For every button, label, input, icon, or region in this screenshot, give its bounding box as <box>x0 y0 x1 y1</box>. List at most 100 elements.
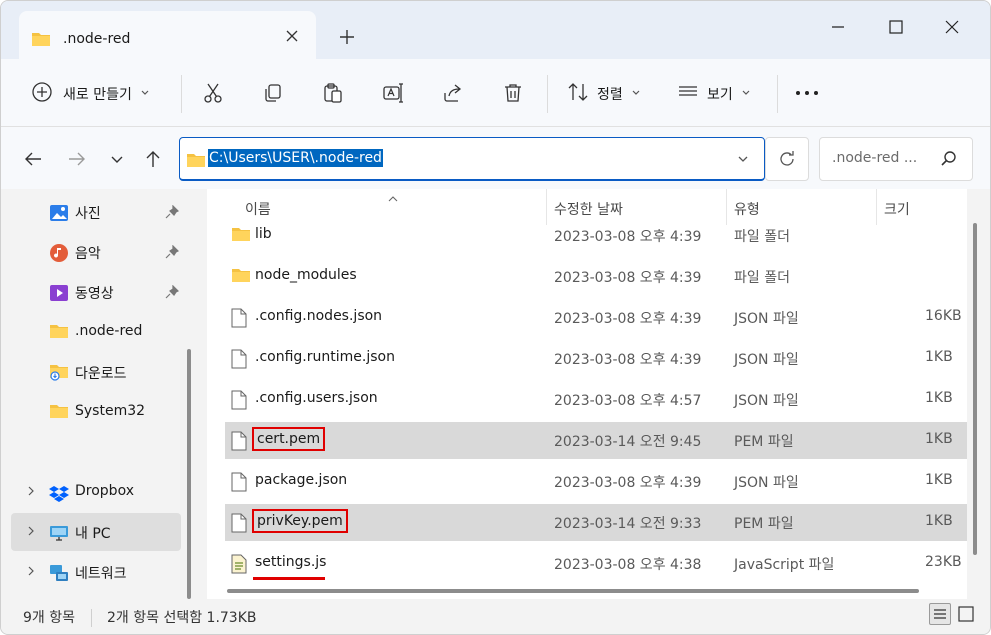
file-icon <box>231 390 247 414</box>
address-bar[interactable]: C:\Users\USER\.node-red <box>179 137 765 181</box>
network-icon <box>49 563 69 583</box>
vertical-scrollbar[interactable] <box>973 223 977 555</box>
file-name: cert.pem <box>252 427 326 451</box>
recent-locations-icon[interactable] <box>105 147 129 171</box>
sidebar-item-node-red[interactable]: .node-red <box>11 313 181 351</box>
chevron-right-icon[interactable] <box>25 565 37 581</box>
chevron-down-icon[interactable] <box>736 152 750 170</box>
horizontal-scrollbar[interactable] <box>227 589 919 593</box>
search-box[interactable]: .node-red ... <box>819 137 973 181</box>
search-placeholder: .node-red ... <box>832 150 918 166</box>
sort-ascending-icon <box>387 191 399 207</box>
sidebar-item-downloads[interactable]: 다운로드 <box>11 353 181 391</box>
file-name: lib <box>255 226 272 242</box>
sort-icon <box>567 81 589 107</box>
sidebar-item-label: System32 <box>75 403 146 419</box>
sort-button[interactable]: 정렬 <box>567 81 641 107</box>
file-date: 2023-03-08 오후 4:39 <box>554 311 702 327</box>
file-list: 이름 수정한 날짜 유형 크기 lib 2023-03-08 오후 4:39 파… <box>207 189 967 599</box>
sidebar-item-label: 다운로드 <box>75 366 127 382</box>
column-header-type[interactable]: 유형 <box>734 199 760 219</box>
file-type: PEM 파일 <box>734 516 794 532</box>
copy-icon[interactable] <box>261 81 285 105</box>
chevron-right-icon[interactable] <box>25 485 37 501</box>
forward-arrow-icon[interactable] <box>65 147 89 171</box>
maximize-icon[interactable] <box>877 11 915 43</box>
file-row[interactable]: lib 2023-03-08 오후 4:39 파일 폴더 <box>225 217 967 254</box>
tab-node-red[interactable]: .node-red <box>19 11 316 61</box>
pin-icon[interactable] <box>165 244 180 263</box>
file-size: 1KB <box>925 349 953 365</box>
sidebar-item-label: Dropbox <box>75 483 134 499</box>
sidebar-item-dropbox[interactable]: Dropbox <box>11 473 181 511</box>
up-arrow-icon[interactable] <box>141 147 165 171</box>
file-row[interactable]: settings.js 2023-03-08 오후 4:38 JavaScrip… <box>225 545 967 582</box>
sidebar-item-network[interactable]: 네트워크 <box>11 553 181 591</box>
sidebar-item-label: 사진 <box>75 206 101 222</box>
minimize-icon[interactable] <box>819 11 857 43</box>
toolbar-divider <box>547 75 548 113</box>
close-tab-icon[interactable] <box>281 25 303 47</box>
new-button[interactable]: 새로 만들기 <box>31 81 150 107</box>
details-view-icon[interactable] <box>929 603 951 625</box>
sidebar-item-music[interactable]: 음악 <box>11 233 181 271</box>
paste-icon[interactable] <box>321 81 345 105</box>
chevron-down-icon <box>741 86 751 102</box>
item-count: 9개 항목 <box>23 610 75 626</box>
file-icon <box>231 513 247 537</box>
view-label: 보기 <box>707 87 733 103</box>
refresh-button[interactable] <box>765 137 809 181</box>
folder-icon <box>49 323 69 343</box>
delete-icon[interactable] <box>501 81 525 105</box>
column-header-date[interactable]: 수정한 날짜 <box>554 199 623 219</box>
pin-icon[interactable] <box>165 204 180 223</box>
file-type: JSON 파일 <box>734 393 799 409</box>
folder-icon <box>31 31 51 51</box>
file-date: 2023-03-08 오후 4:39 <box>554 229 702 245</box>
file-row[interactable]: privKey.pem 2023-03-14 오전 9:33 PEM 파일 1K… <box>225 504 967 541</box>
sidebar-item-system32[interactable]: System32 <box>11 393 181 431</box>
address-path[interactable]: C:\Users\USER\.node-red <box>208 149 383 167</box>
file-icon <box>231 431 247 455</box>
file-row[interactable]: .config.nodes.json 2023-03-08 오후 4:39 JS… <box>225 299 967 336</box>
file-row[interactable]: .config.runtime.json 2023-03-08 오후 4:39 … <box>225 340 967 377</box>
large-icons-view-icon[interactable] <box>957 605 975 623</box>
view-button[interactable]: 보기 <box>677 81 751 107</box>
file-row[interactable]: node_modules 2023-03-08 오후 4:39 파일 폴더 <box>225 258 967 295</box>
download-folder-icon <box>49 363 69 383</box>
file-date: 2023-03-08 오후 4:38 <box>554 557 702 573</box>
folder-icon <box>231 226 251 246</box>
add-tab-icon[interactable] <box>335 25 359 49</box>
file-size: 23KB <box>925 554 962 570</box>
sidebar-item-photos[interactable]: 사진 <box>11 193 181 231</box>
sidebar-item-videos[interactable]: 동영상 <box>11 273 181 311</box>
column-header-size[interactable]: 크기 <box>884 199 910 219</box>
cut-icon[interactable] <box>201 81 225 105</box>
file-type: JSON 파일 <box>734 352 799 368</box>
chevron-right-icon[interactable] <box>25 525 37 541</box>
toolbar-divider <box>181 75 182 113</box>
sidebar-item-this-pc[interactable]: 내 PC <box>11 513 181 551</box>
file-date: 2023-03-08 오후 4:39 <box>554 270 702 286</box>
back-arrow-icon[interactable] <box>21 147 45 171</box>
file-name: node_modules <box>255 267 357 283</box>
file-size: 1KB <box>925 390 953 406</box>
more-options-icon[interactable] <box>793 81 821 105</box>
file-name: .config.nodes.json <box>255 308 383 324</box>
share-icon[interactable] <box>441 81 465 105</box>
file-row[interactable]: package.json 2023-03-08 오후 4:39 JSON 파일 … <box>225 463 967 500</box>
pin-icon[interactable] <box>165 284 180 303</box>
file-icon <box>231 472 247 496</box>
rename-icon[interactable] <box>381 81 405 105</box>
column-header-name[interactable]: 이름 <box>245 199 271 219</box>
close-window-icon[interactable] <box>933 11 971 43</box>
toolbar-divider <box>777 75 778 113</box>
file-row[interactable]: .config.users.json 2023-03-08 오후 4:57 JS… <box>225 381 967 418</box>
sidebar-item-label: .node-red <box>75 323 143 339</box>
file-row[interactable]: cert.pem 2023-03-14 오전 9:45 PEM 파일 1KB <box>225 422 967 459</box>
file-type: JavaScript 파일 <box>734 557 835 573</box>
sidebar-scrollbar[interactable] <box>187 349 191 599</box>
chevron-down-icon <box>140 86 150 102</box>
file-name: package.json <box>255 472 348 488</box>
chevron-down-icon <box>631 86 641 102</box>
